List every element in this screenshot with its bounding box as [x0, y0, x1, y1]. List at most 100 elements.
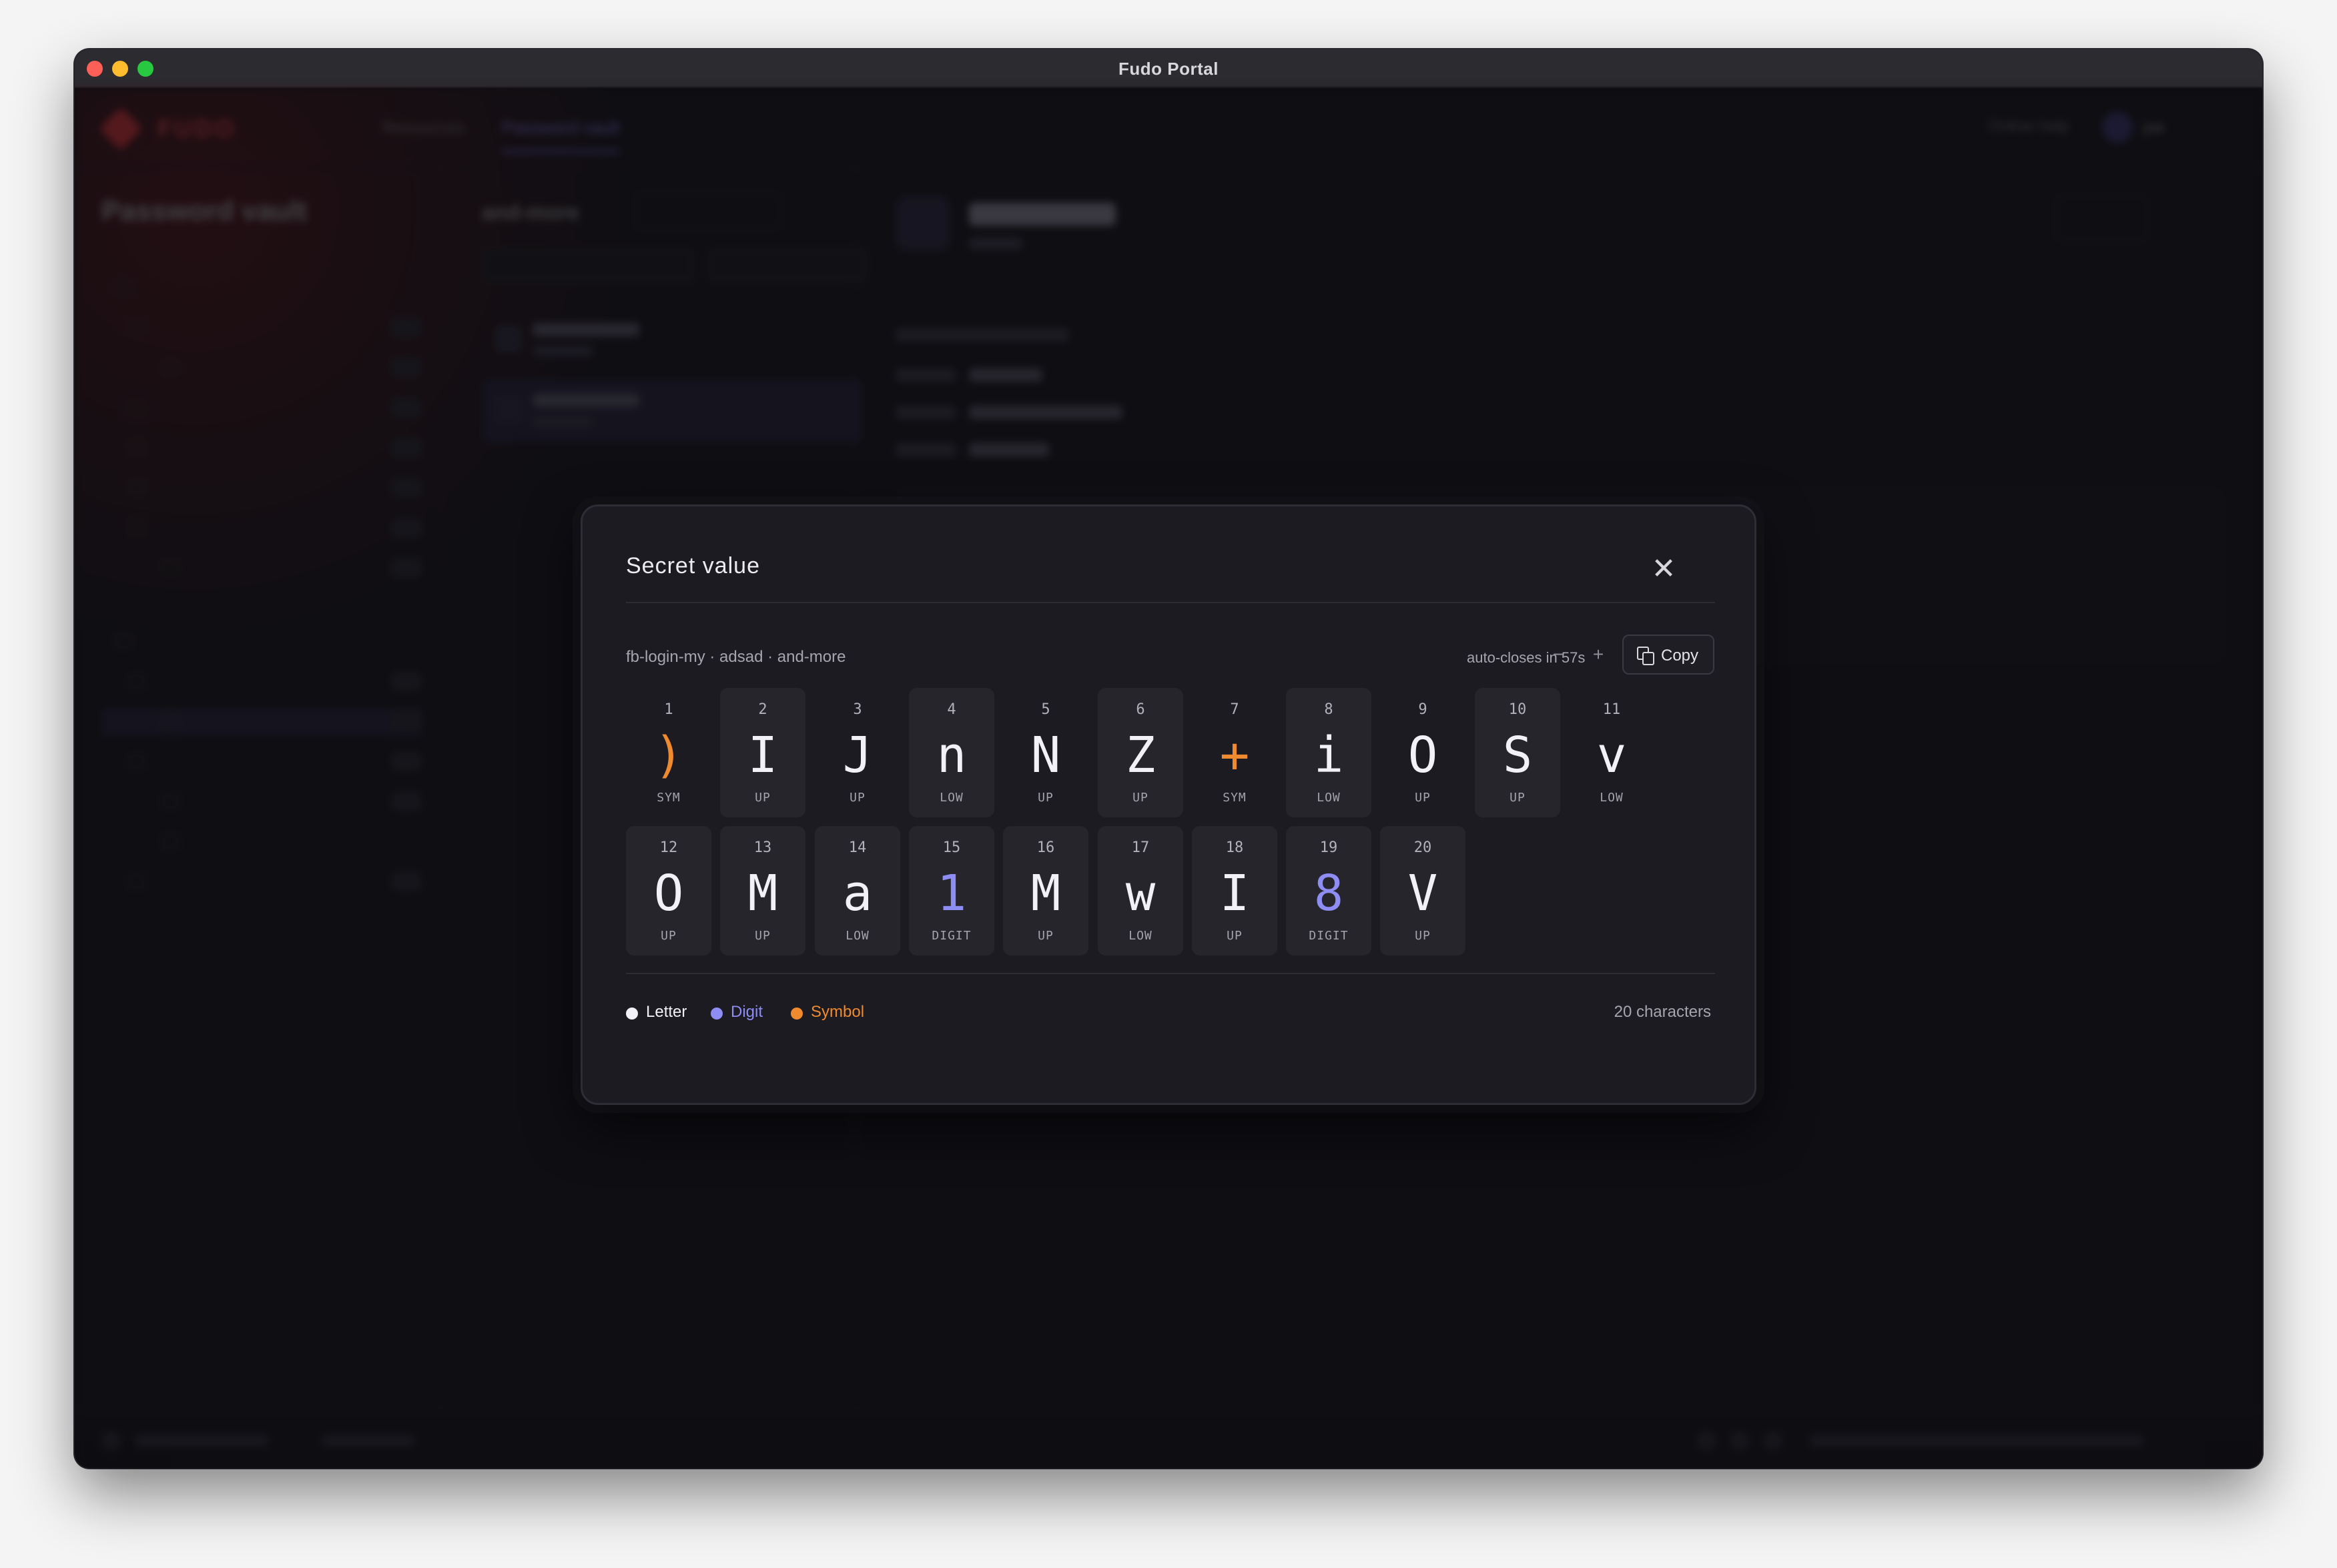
char-type: UP: [1510, 791, 1526, 805]
char-type: UP: [1132, 791, 1148, 805]
window-title: Fudo Portal: [1118, 59, 1219, 79]
legend-symbol-label: Symbol: [811, 1003, 865, 1021]
char-type: LOW: [940, 791, 964, 805]
app-window: Fudo Portal FUDO Resources Password vaul…: [75, 49, 2262, 1468]
char-cell: 17 w LOW: [1098, 826, 1183, 955]
char-glyph: i: [1313, 727, 1344, 784]
dialog-title: Secret value: [626, 553, 760, 578]
char-index: 14: [848, 839, 867, 856]
char-index: 12: [659, 839, 678, 856]
char-glyph: ): [653, 727, 684, 784]
copy-icon: [1637, 647, 1654, 665]
char-index: 8: [1324, 701, 1333, 718]
secret-value-dialog: Secret value ✕ fb-login-my · adsad · and…: [581, 504, 1756, 1105]
divider: [626, 602, 1715, 603]
char-glyph: v: [1596, 727, 1627, 784]
char-type: DIGIT: [1309, 929, 1349, 943]
char-glyph: +: [1219, 727, 1250, 784]
char-glyph: w: [1125, 865, 1156, 922]
char-cell: 16 M UP: [1003, 826, 1088, 955]
close-icon[interactable]: ✕: [1646, 552, 1681, 586]
char-cell: 14 a LOW: [815, 826, 900, 955]
char-type: UP: [1227, 929, 1243, 943]
char-index: 11: [1602, 701, 1621, 718]
title-bar: Fudo Portal: [75, 49, 2262, 88]
char-type: LOW: [846, 929, 870, 943]
legend-digit-label: Digit: [731, 1003, 763, 1021]
char-cell: 19 8 DIGIT: [1286, 826, 1371, 955]
char-type: UP: [661, 929, 677, 943]
char-index: 17: [1131, 839, 1150, 856]
char-index: 10: [1508, 701, 1527, 718]
legend-digit-dot: [711, 1008, 723, 1020]
char-type: UP: [755, 929, 771, 943]
char-cell: 12 O UP: [626, 826, 711, 955]
char-cell: 2 I UP: [720, 688, 805, 817]
char-cell: 3 J UP: [815, 688, 900, 817]
char-index: 15: [942, 839, 961, 856]
char-cell: 18 I UP: [1192, 826, 1277, 955]
char-cell: 15 1 DIGIT: [909, 826, 994, 955]
char-type: LOW: [1317, 791, 1341, 805]
char-index: 9: [1418, 701, 1427, 718]
char-glyph: a: [842, 865, 873, 922]
char-index: 18: [1225, 839, 1244, 856]
char-index: 20: [1413, 839, 1432, 856]
char-glyph: V: [1407, 865, 1438, 922]
char-glyph: 8: [1313, 865, 1344, 922]
char-type: LOW: [1600, 791, 1624, 805]
char-cell: 7 + SYM: [1192, 688, 1277, 817]
copy-button[interactable]: Copy: [1622, 635, 1714, 675]
char-type: UP: [850, 791, 866, 805]
copy-button-label: Copy: [1661, 647, 1699, 665]
char-cell: 13 M UP: [720, 826, 805, 955]
char-type: UP: [1038, 791, 1054, 805]
char-cell: 6 Z UP: [1098, 688, 1183, 817]
char-cell: 4 n LOW: [909, 688, 994, 817]
secret-path: fb-login-my · adsad · and-more: [626, 648, 846, 666]
char-cell: 1) SYM: [626, 688, 711, 817]
char-glyph: I: [747, 727, 778, 784]
legend-letter-label: Letter: [646, 1003, 687, 1021]
char-type: UP: [1415, 929, 1431, 943]
character-count: 20 characters: [1614, 1003, 1711, 1021]
char-type: SYM: [1223, 791, 1247, 805]
legend-letter-dot: [626, 1008, 638, 1020]
char-index: 3: [853, 701, 862, 718]
legend-symbol-dot: [791, 1008, 803, 1020]
char-type: SYM: [657, 791, 681, 805]
decrease-timer-button[interactable]: −: [1544, 640, 1573, 669]
char-type: DIGIT: [932, 929, 972, 943]
char-index: 6: [1136, 701, 1145, 718]
divider: [626, 973, 1715, 974]
char-index: 16: [1036, 839, 1055, 856]
char-type: LOW: [1128, 929, 1152, 943]
char-glyph: n: [936, 727, 967, 784]
char-cell: 10 S UP: [1475, 688, 1560, 817]
char-glyph: O: [1407, 727, 1438, 784]
char-glyph: 1: [936, 865, 967, 922]
character-grid: 1) SYM 2 I UP 3 J UP 4 n LOW 5 N UP 6 Z UP 7 + SYM 8 i LOW 9 O UP…: [626, 688, 1715, 961]
char-index: 2: [758, 701, 767, 718]
char-cell: 9 O UP: [1380, 688, 1465, 817]
char-type: UP: [1038, 929, 1054, 943]
char-index: 1: [664, 701, 673, 718]
char-glyph: O: [653, 865, 684, 922]
char-type: UP: [755, 791, 771, 805]
char-index: 13: [753, 839, 772, 856]
char-index: 19: [1319, 839, 1338, 856]
char-index: 4: [947, 701, 956, 718]
char-cell: 8 i LOW: [1286, 688, 1371, 817]
char-cell: 11 v LOW: [1569, 688, 1654, 817]
char-cell: 5 N UP: [1003, 688, 1088, 817]
char-glyph: N: [1030, 727, 1061, 784]
char-glyph: S: [1502, 727, 1533, 784]
char-cell: 20 V UP: [1380, 826, 1465, 955]
char-glyph: M: [1030, 865, 1061, 922]
screen-background: Fudo Portal FUDO Resources Password vaul…: [0, 0, 2337, 1568]
increase-timer-button[interactable]: +: [1584, 640, 1613, 669]
char-glyph: I: [1219, 865, 1250, 922]
char-glyph: Z: [1125, 727, 1156, 784]
char-type: UP: [1415, 791, 1431, 805]
char-index: 5: [1041, 701, 1050, 718]
